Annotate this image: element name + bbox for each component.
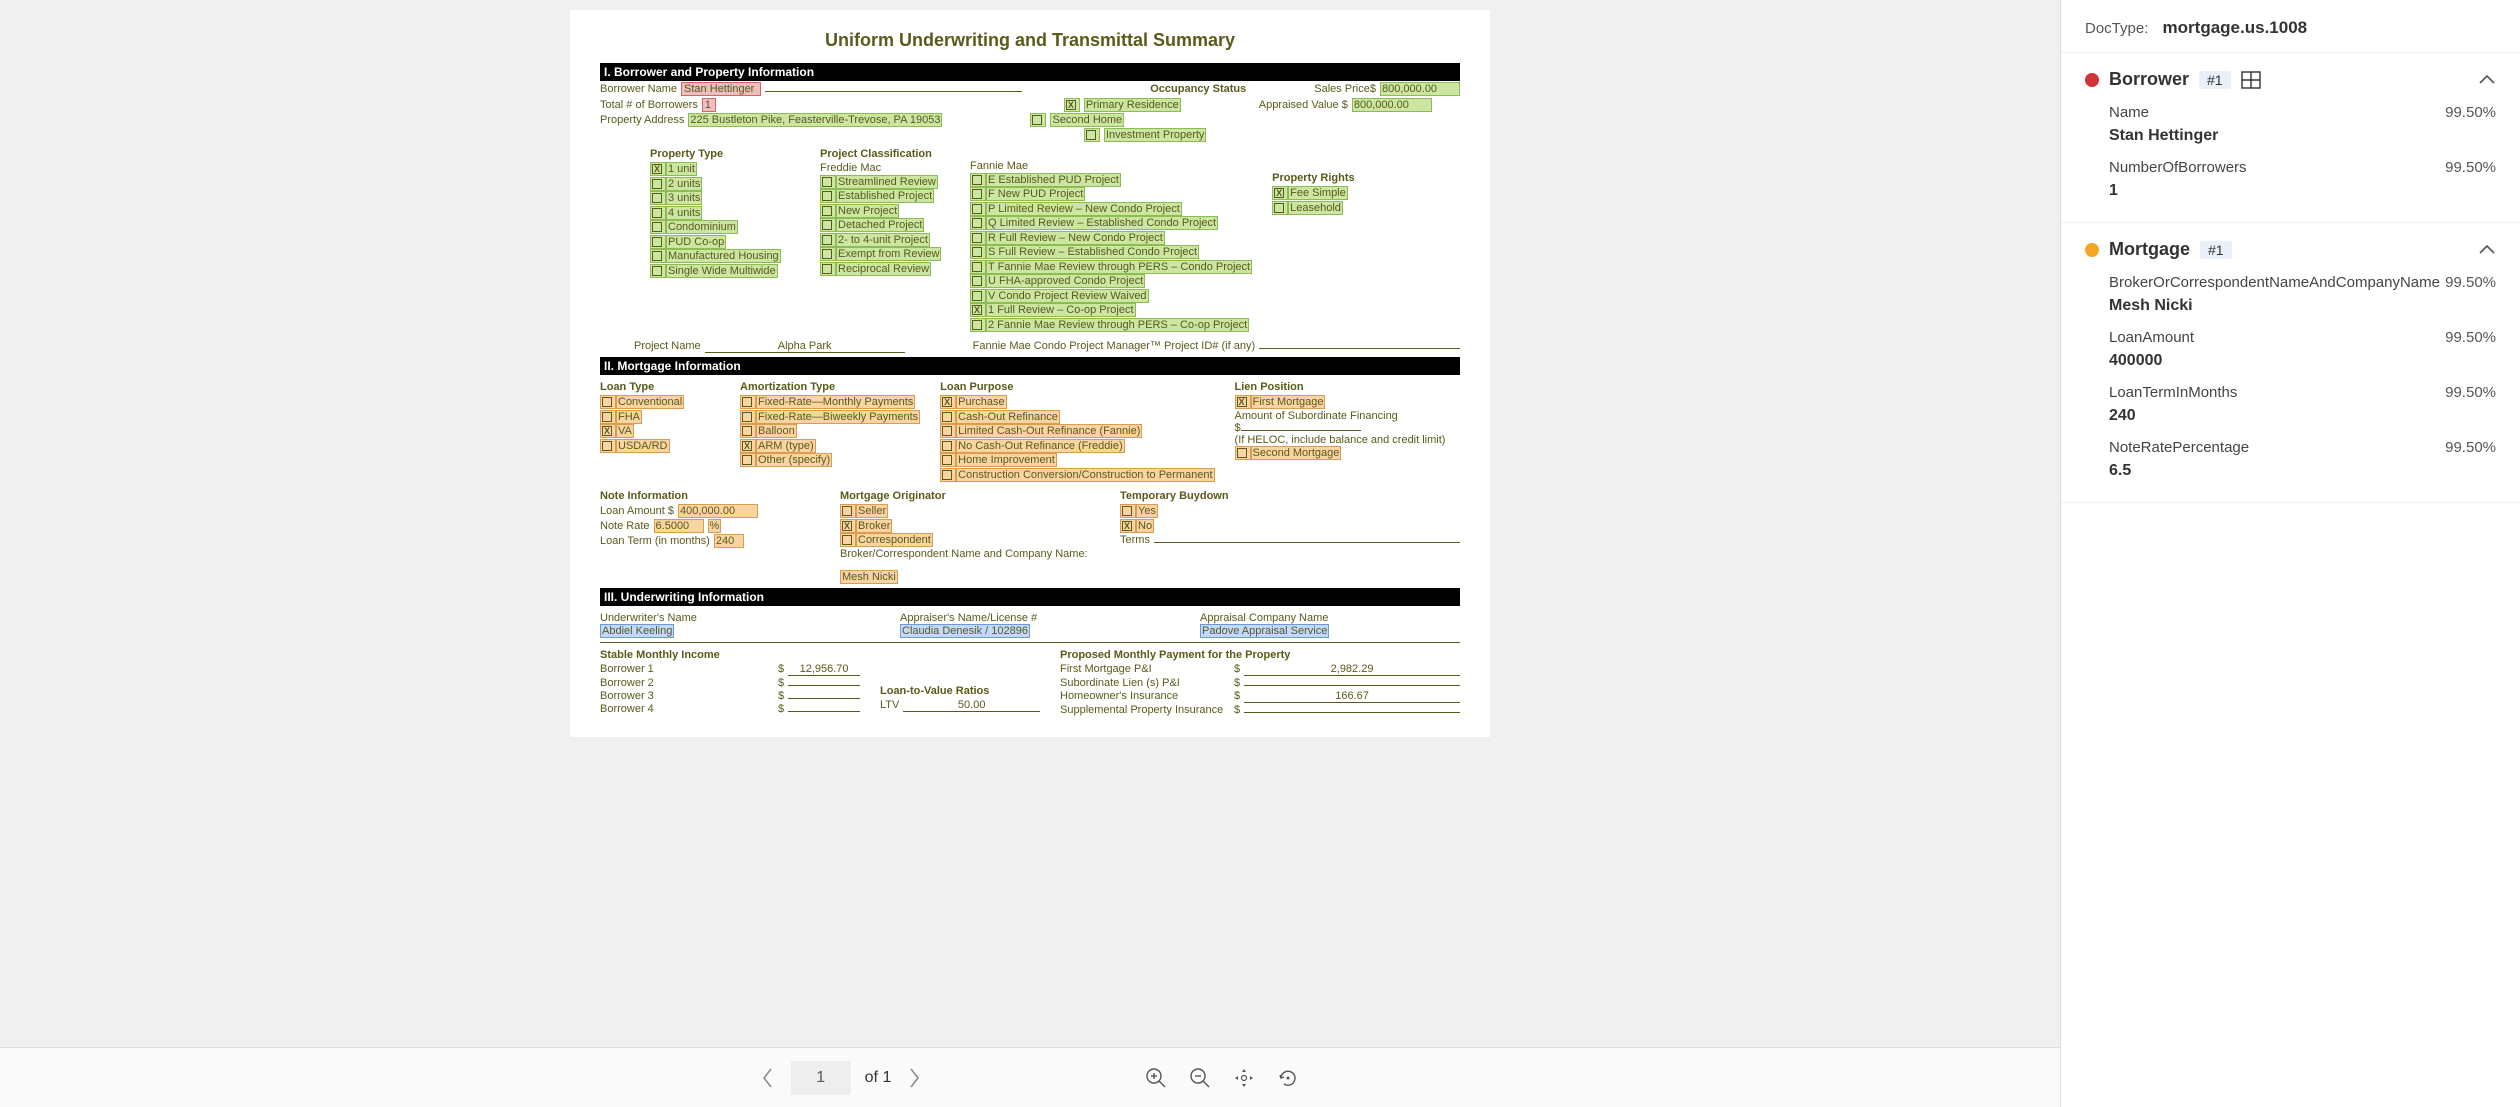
field-label: NoteRatePercentage bbox=[2109, 439, 2249, 456]
pan-button[interactable] bbox=[1231, 1065, 1257, 1091]
field-value: 6.5 bbox=[2109, 462, 2496, 480]
field-confidence: 99.50% bbox=[2445, 104, 2496, 121]
status-dot-icon bbox=[2085, 243, 2099, 257]
label: Occupancy Status bbox=[1150, 83, 1246, 95]
viewer-toolbar: of 1 bbox=[0, 1047, 2060, 1107]
document-viewer: Uniform Underwriting and Transmittal Sum… bbox=[0, 0, 2060, 1107]
field-label: Name bbox=[2109, 104, 2149, 121]
rotate-button[interactable] bbox=[1275, 1065, 1301, 1091]
group-fields: Name 99.50% Stan Hettinger NumberOfBorrow… bbox=[2085, 104, 2496, 200]
sales-price-value: 800,000.00 bbox=[1380, 82, 1460, 96]
field-name[interactable]: Name 99.50% Stan Hettinger bbox=[2109, 104, 2496, 145]
group-name: Mortgage bbox=[2109, 239, 2190, 260]
property-address-value: 225 Bustleton Pike, Feasterville-Trevose… bbox=[688, 113, 942, 127]
field-value: Stan Hettinger bbox=[2109, 127, 2496, 145]
field-confidence: 99.50% bbox=[2445, 439, 2496, 456]
form-title: Uniform Underwriting and Transmittal Sum… bbox=[600, 30, 1460, 51]
zoom-tools bbox=[1143, 1065, 1301, 1091]
group-header-borrower[interactable]: Borrower #1 bbox=[2085, 69, 2496, 90]
group-header-mortgage[interactable]: Mortgage #1 bbox=[2085, 239, 2496, 260]
next-page-button[interactable] bbox=[905, 1069, 923, 1087]
doctype-row: DocType: mortgage.us.1008 bbox=[2061, 0, 2520, 53]
section-1-header: I. Borrower and Property Information bbox=[600, 63, 1460, 81]
page-total: of 1 bbox=[865, 1069, 892, 1087]
appraised-value: 800,000.00 bbox=[1352, 98, 1432, 112]
group-name: Borrower bbox=[2109, 69, 2189, 90]
label: Project Classification bbox=[820, 148, 950, 160]
field-confidence: 99.50% bbox=[2445, 274, 2496, 291]
group-instance-tag: #1 bbox=[2199, 71, 2231, 89]
field-label: LoanTermInMonths bbox=[2109, 384, 2237, 401]
form-page: Uniform Underwriting and Transmittal Sum… bbox=[570, 10, 1490, 737]
field-label: BrokerOrCorrespondentNameAndCompanyName bbox=[2109, 274, 2409, 291]
group-mortgage: Mortgage #1 BrokerOrCorrespondentNameAnd… bbox=[2061, 223, 2520, 503]
document-scroll[interactable]: Uniform Underwriting and Transmittal Sum… bbox=[0, 0, 2060, 1047]
doctype-label: DocType: bbox=[2085, 20, 2148, 37]
chevron-up-icon bbox=[2478, 244, 2496, 256]
label: Sales Price$ bbox=[1314, 83, 1376, 95]
field-loan-term[interactable]: LoanTermInMonths 99.50% 240 bbox=[2109, 384, 2496, 425]
field-value: 240 bbox=[2109, 407, 2496, 425]
prev-page-button[interactable] bbox=[759, 1069, 777, 1087]
section-2-header: II. Mortgage Information bbox=[600, 357, 1460, 375]
field-broker-name[interactable]: BrokerOrCorrespondentNameAndCompanyName 9… bbox=[2109, 274, 2496, 315]
table-icon[interactable] bbox=[2241, 71, 2261, 89]
label: Borrower Name bbox=[600, 83, 677, 95]
field-note-rate[interactable]: NoteRatePercentage 99.50% 6.5 bbox=[2109, 439, 2496, 480]
field-confidence: 99.50% bbox=[2445, 159, 2496, 176]
extraction-panel: DocType: mortgage.us.1008 Borrower #1 Na… bbox=[2060, 0, 2520, 1107]
group-instance-tag: #1 bbox=[2200, 241, 2232, 259]
chevron-up-icon bbox=[2478, 74, 2496, 86]
page-number-input[interactable] bbox=[791, 1061, 851, 1095]
label: Property Address bbox=[600, 114, 684, 126]
zoom-out-button[interactable] bbox=[1187, 1065, 1213, 1091]
label: Property Rights bbox=[1272, 172, 1460, 184]
field-loan-amount[interactable]: LoanAmount 99.50% 400000 bbox=[2109, 329, 2496, 370]
field-confidence: 99.50% bbox=[2445, 384, 2496, 401]
field-value: 400000 bbox=[2109, 352, 2496, 370]
field-confidence: 99.50% bbox=[2445, 329, 2496, 346]
label: Property Type bbox=[650, 148, 800, 160]
field-number-of-borrowers[interactable]: NumberOfBorrowers 99.50% 1 bbox=[2109, 159, 2496, 200]
label: Appraised Value $ bbox=[1259, 99, 1348, 111]
page-navigation: of 1 bbox=[759, 1061, 924, 1095]
section-3-header: III. Underwriting Information bbox=[600, 588, 1460, 606]
total-borrowers-value: 1 bbox=[702, 98, 716, 112]
borrower-name-value: Stan Hettinger bbox=[681, 82, 761, 96]
field-value: Mesh Nicki bbox=[2109, 297, 2496, 315]
field-label: LoanAmount bbox=[2109, 329, 2194, 346]
zoom-in-button[interactable] bbox=[1143, 1065, 1169, 1091]
group-borrower: Borrower #1 Name 99.50% Stan Hettinger Nu… bbox=[2061, 53, 2520, 223]
label: Total # of Borrowers bbox=[600, 99, 698, 111]
group-fields: BrokerOrCorrespondentNameAndCompanyName 9… bbox=[2085, 274, 2496, 480]
doctype-value: mortgage.us.1008 bbox=[2163, 18, 2308, 37]
field-value: 1 bbox=[2109, 182, 2496, 200]
field-label: NumberOfBorrowers bbox=[2109, 159, 2247, 176]
status-dot-icon bbox=[2085, 73, 2099, 87]
